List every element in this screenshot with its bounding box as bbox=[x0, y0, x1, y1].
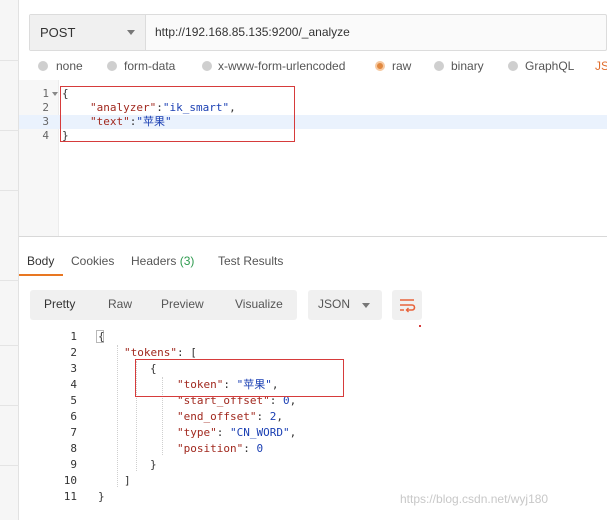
headers-count-badge: (3) bbox=[179, 254, 195, 268]
request-bar: POST http://192.168.85.135:9200/_analyze bbox=[29, 14, 607, 51]
response-tabs: Body Cookies Headers (3) Test Results bbox=[19, 248, 607, 278]
radio-binary-icon[interactable] bbox=[434, 61, 444, 71]
radio-raw-label[interactable]: raw bbox=[392, 59, 411, 73]
view-mode-toggle: Pretty Raw Preview Visualize bbox=[30, 290, 297, 320]
fold-arrow-icon[interactable] bbox=[52, 92, 58, 96]
radio-form-data-icon[interactable] bbox=[107, 61, 117, 71]
radio-urlencoded-label[interactable]: x-www-form-urlencoded bbox=[218, 59, 345, 73]
active-tab-indicator bbox=[19, 274, 63, 276]
line-number: 2 bbox=[70, 346, 77, 359]
wrap-lines-button[interactable] bbox=[392, 290, 422, 320]
tab-cookies[interactable]: Cookies bbox=[71, 254, 114, 268]
position-key: "position" bbox=[177, 442, 244, 455]
line-number: 3 bbox=[42, 115, 49, 128]
code-line: 6 "end_offset": 2, bbox=[19, 409, 607, 425]
radio-graphql-label[interactable]: GraphQL bbox=[525, 59, 574, 73]
radio-none-icon[interactable] bbox=[38, 61, 48, 71]
format-select-label: JSON bbox=[318, 297, 351, 311]
line-number: 8 bbox=[70, 442, 77, 455]
format-select[interactable]: JSON bbox=[308, 290, 382, 320]
chevron-down-icon bbox=[362, 303, 370, 308]
tab-headers-label: Headers bbox=[131, 254, 177, 268]
line-number: 2 bbox=[42, 101, 49, 114]
watermark: https://blog.csdn.net/wyj180 bbox=[400, 492, 549, 506]
line-number: 9 bbox=[70, 458, 77, 471]
line-number: 5 bbox=[70, 394, 77, 407]
wrap-lines-icon bbox=[400, 299, 416, 313]
format-json-link[interactable]: JS bbox=[595, 59, 607, 73]
sidebar-strip bbox=[0, 0, 19, 520]
url-input[interactable]: http://192.168.85.135:9200/_analyze bbox=[155, 25, 350, 39]
end-offset-key: "end_offset" bbox=[177, 410, 257, 423]
line-number: 6 bbox=[70, 410, 77, 423]
cursor-mark bbox=[419, 325, 421, 327]
tokens-key: "tokens" bbox=[124, 346, 177, 359]
line-number: 10 bbox=[63, 474, 77, 487]
radio-none-label[interactable]: none bbox=[56, 59, 83, 73]
view-preview-button[interactable]: Preview bbox=[161, 297, 204, 311]
tab-body[interactable]: Body bbox=[27, 254, 54, 268]
radio-binary-label[interactable]: binary bbox=[451, 59, 484, 73]
tab-test-results[interactable]: Test Results bbox=[218, 254, 283, 268]
line-number: 7 bbox=[70, 426, 77, 439]
line-number: 3 bbox=[70, 362, 77, 375]
view-pretty-button[interactable]: Pretty bbox=[44, 297, 75, 311]
position-value: 0 bbox=[256, 442, 264, 455]
view-visualize-button[interactable]: Visualize bbox=[235, 297, 283, 311]
line-number: 1 bbox=[42, 87, 49, 100]
code-line: 8 "position": 0 bbox=[19, 441, 607, 457]
radio-urlencoded-icon[interactable] bbox=[202, 61, 212, 71]
line-number: 1 bbox=[70, 330, 77, 343]
line-number: 11 bbox=[63, 490, 77, 503]
view-raw-button[interactable]: Raw bbox=[108, 297, 132, 311]
radio-graphql-icon[interactable] bbox=[508, 61, 518, 71]
method-label: POST bbox=[40, 25, 76, 40]
pane-divider[interactable] bbox=[19, 236, 607, 237]
tab-headers[interactable]: Headers (3) bbox=[131, 254, 194, 268]
method-select[interactable]: POST bbox=[30, 15, 146, 50]
body-type-selector: none form-data x-www-form-urlencoded raw… bbox=[38, 58, 607, 74]
highlight-box bbox=[135, 359, 344, 397]
code-line: 10 ] bbox=[63, 474, 131, 487]
radio-raw-icon[interactable] bbox=[375, 61, 385, 71]
chevron-down-icon bbox=[127, 30, 135, 35]
radio-form-data-label[interactable]: form-data bbox=[124, 59, 175, 73]
code-line: 7 "type": "CN_WORD", bbox=[19, 425, 607, 441]
code-line: 1 { bbox=[19, 329, 607, 345]
highlight-box bbox=[60, 86, 295, 142]
type-key: "type" bbox=[177, 426, 217, 439]
code-line: 9 } bbox=[19, 457, 607, 473]
line-number: 4 bbox=[42, 129, 49, 142]
line-number: 4 bbox=[70, 378, 77, 391]
type-value: "CN_WORD" bbox=[230, 426, 290, 439]
